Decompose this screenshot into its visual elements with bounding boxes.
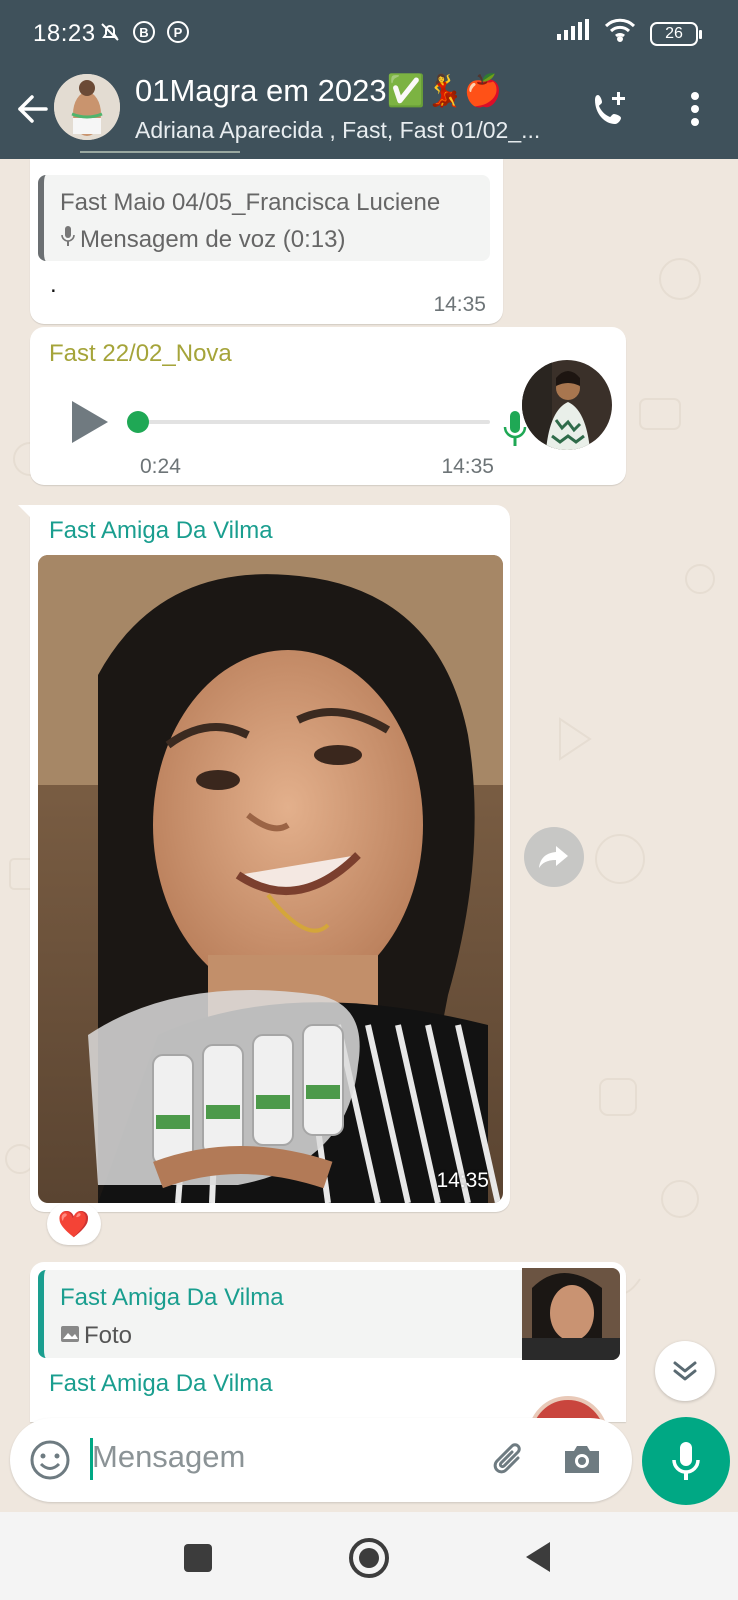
system-nav-bar [0, 1512, 738, 1600]
reaction-badge[interactable]: ❤️ [47, 1203, 101, 1245]
message-input[interactable]: Mensagem [92, 1439, 245, 1475]
more-options-button[interactable] [671, 84, 719, 134]
message-text: . [50, 271, 57, 298]
attach-button[interactable] [488, 1438, 532, 1482]
quoted-message[interactable]: Fast Maio 04/05_Francisca Luciene Mensag… [38, 175, 490, 261]
emoji-button[interactable] [28, 1438, 72, 1482]
home-button-dot [359, 1548, 379, 1568]
play-button[interactable] [68, 397, 112, 447]
recents-button[interactable] [184, 1544, 212, 1572]
quoted-message[interactable]: Fast Amiga Da Vilma Foto [38, 1268, 620, 1360]
voice-progress-knob[interactable] [127, 411, 149, 433]
group-title[interactable]: 01Magra em 2023✅💃🍎 [135, 72, 502, 109]
photo-time: 14:35 [436, 1169, 489, 1192]
voice-duration: 0:24 [140, 455, 181, 478]
message-sender[interactable]: Fast Amiga Da Vilma [49, 1370, 273, 1398]
forward-button[interactable] [524, 827, 584, 887]
back-button[interactable] [14, 87, 54, 131]
quoted-photo-thumbnail [522, 1268, 620, 1360]
quoted-sender: Fast Maio 04/05_Francisca Luciene [60, 189, 441, 216]
pinterest-icon: P [166, 20, 190, 44]
message-composer[interactable]: Mensagem [10, 1418, 632, 1502]
svg-text:P: P [174, 25, 183, 40]
camera-button[interactable] [560, 1438, 604, 1482]
quoted-photo-info: Foto [60, 1322, 132, 1350]
quoted-voice-info: Mensagem de voz (0:13) [60, 225, 345, 254]
message-bubble-reply[interactable]: Fast Maio 04/05_Francisca Luciene Mensag… [30, 151, 503, 324]
signal-icon [556, 19, 590, 48]
home-button[interactable] [349, 1538, 389, 1578]
message-time: 14:35 [441, 455, 494, 478]
b-app-icon: B [132, 20, 156, 44]
voice-progress-track[interactable] [137, 420, 490, 424]
quoted-sender: Fast Amiga Da Vilma [60, 1284, 284, 1311]
svg-text:B: B [139, 25, 148, 40]
chat-header: 01Magra em 2023✅💃🍎 Adriana Aparecida , F… [0, 62, 738, 159]
group-participants[interactable]: Adriana Aparecida , Fast, Fast 01/02_... [135, 117, 540, 144]
message-bubble-photo-reply[interactable]: Fast Amiga Da Vilma Foto Fast Amiga Da V… [30, 1262, 626, 1422]
scroll-to-bottom-button[interactable] [655, 1341, 715, 1401]
sender-avatar[interactable] [522, 360, 612, 450]
battery-indicator: 26 [650, 21, 702, 46]
message-sender[interactable]: Fast Amiga Da Vilma [49, 517, 273, 545]
quoted-text: Mensagem de voz (0:13) [80, 225, 346, 253]
bubble-tail [18, 505, 32, 519]
message-time: 14:35 [433, 293, 486, 316]
status-time: 18:23 [33, 20, 96, 47]
system-back-button[interactable] [524, 1540, 552, 1574]
status-bar: 18:23 B P 26 [0, 0, 738, 62]
voice-record-button[interactable] [642, 1417, 730, 1505]
add-call-button[interactable] [586, 84, 634, 134]
photo-image[interactable]: 14:35 [38, 555, 503, 1203]
message-sender[interactable]: Fast 22/02_Nova [49, 340, 232, 368]
image-small-icon [60, 1322, 80, 1350]
mic-small-icon [60, 225, 76, 254]
voice-message-bubble[interactable]: Fast 22/02_Nova 0:24 14:35 [30, 327, 626, 485]
clipped-text [60, 151, 260, 163]
alarm-off-icon [98, 20, 122, 44]
quoted-text: Foto [84, 1322, 133, 1349]
wifi-icon [604, 18, 636, 49]
group-avatar[interactable] [54, 74, 120, 140]
mic-status-icon [503, 409, 527, 449]
